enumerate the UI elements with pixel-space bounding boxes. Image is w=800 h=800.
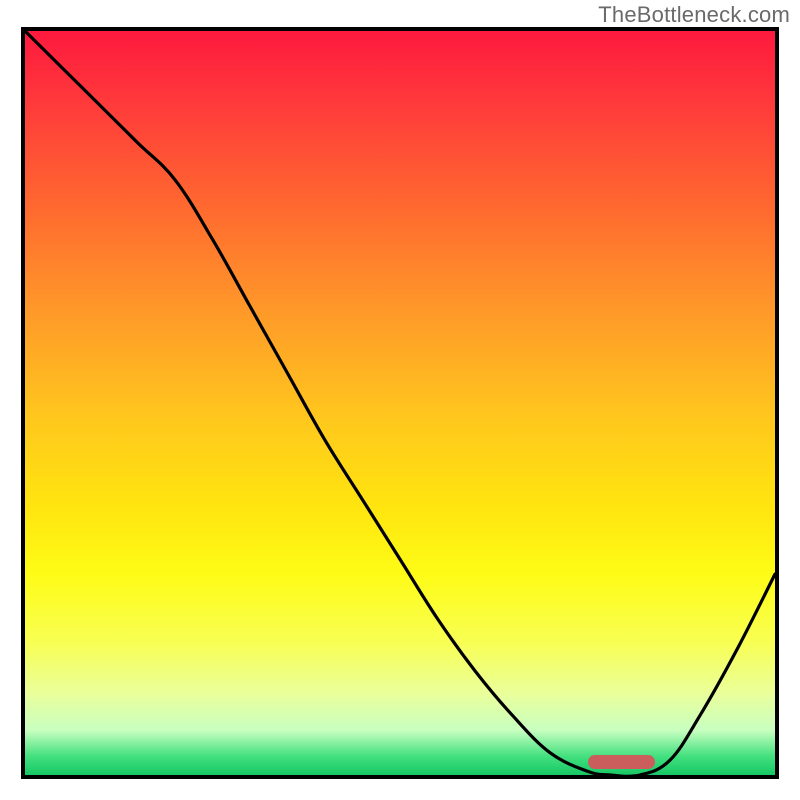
chart-canvas: TheBottleneck.com (0, 0, 800, 800)
bottleneck-curve (25, 31, 775, 775)
optimal-range-marker (588, 755, 656, 769)
watermark-text: TheBottleneck.com (598, 2, 790, 28)
plot-frame (21, 27, 779, 779)
